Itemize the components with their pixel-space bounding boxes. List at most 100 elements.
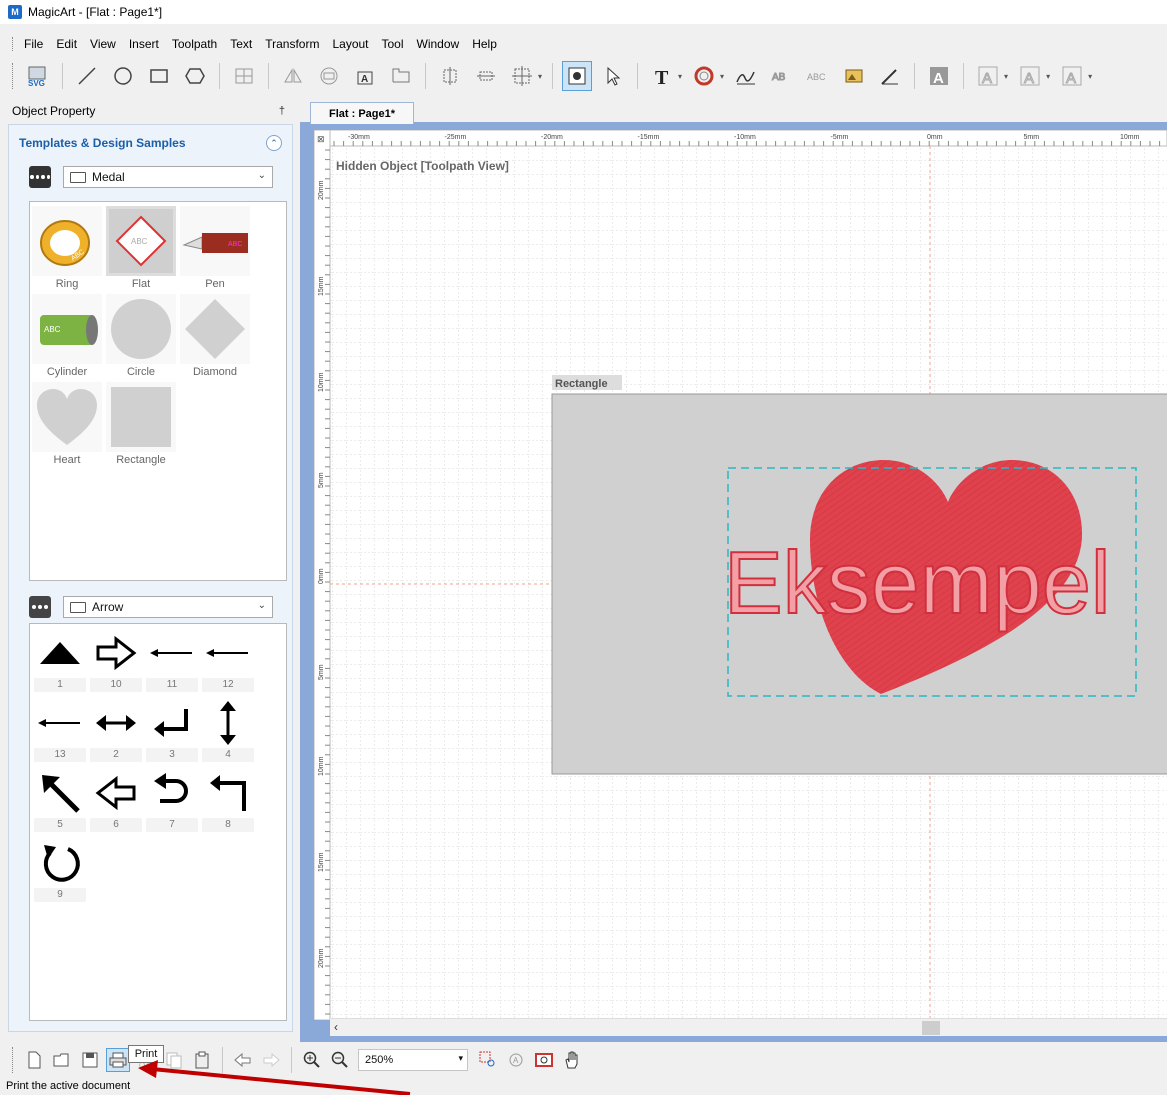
ellipse-tool-button[interactable]: [108, 61, 138, 91]
toolbar-separator: [552, 63, 554, 89]
arrow-item-3[interactable]: 3: [146, 698, 198, 764]
template-pen[interactable]: ABC Pen: [180, 206, 250, 294]
collapse-icon[interactable]: ⌃: [266, 135, 282, 151]
arrow-item-13[interactable]: 13: [34, 698, 86, 764]
arrow-label: 11: [146, 678, 198, 692]
abc-icon: ABC: [807, 72, 826, 82]
engrave-button[interactable]: [875, 61, 905, 91]
hand-icon: [565, 1051, 578, 1069]
arrow-item-2[interactable]: 2: [90, 698, 142, 764]
scroll-thumb[interactable]: [922, 1021, 940, 1035]
menu-insert[interactable]: Insert: [129, 37, 159, 51]
svg-text:AB: AB: [772, 72, 786, 83]
save-document-button[interactable]: [78, 1048, 102, 1072]
menu-help[interactable]: Help: [472, 37, 497, 51]
template-flat[interactable]: ABC Flat: [106, 206, 176, 294]
zoom-object-icon: A: [509, 1053, 523, 1067]
mirror-button[interactable]: [278, 61, 308, 91]
menu-window[interactable]: Window: [417, 37, 460, 51]
polygon-tool-button[interactable]: [180, 61, 210, 91]
wrap-button[interactable]: [314, 61, 344, 91]
dropdown-arrow-icon[interactable]: ▾: [1046, 72, 1050, 81]
horizontal-scrollbar[interactable]: ‹: [330, 1018, 1167, 1036]
dropdown-arrow-icon[interactable]: ▾: [538, 72, 542, 81]
template-library-icon[interactable]: [29, 166, 51, 188]
rectangle-template-icon: [106, 382, 176, 452]
open-document-button[interactable]: [50, 1048, 74, 1072]
arrow-item-1[interactable]: 1: [34, 628, 86, 694]
template-category-select[interactable]: Medal ⌄: [63, 166, 273, 188]
template-rectangle[interactable]: Rectangle: [106, 382, 176, 470]
text-frame-button[interactable]: A: [350, 61, 380, 91]
clipart-library-icon[interactable]: [29, 596, 51, 618]
dropdown-arrow-icon[interactable]: ▾: [720, 72, 724, 81]
select-tool-button[interactable]: [598, 61, 628, 91]
arrow-item-5[interactable]: 5: [34, 768, 86, 834]
grid-button[interactable]: [229, 61, 259, 91]
zoom-selection-button[interactable]: [476, 1048, 500, 1072]
arrow-item-9[interactable]: 9: [34, 838, 86, 904]
toolpath-view-button[interactable]: [562, 61, 593, 91]
distribute-button[interactable]: [471, 61, 501, 91]
chevron-down-icon: ⌄: [257, 600, 266, 611]
signature-button[interactable]: [731, 61, 761, 91]
scroll-left-icon[interactable]: ‹: [334, 1020, 338, 1034]
template-cylinder[interactable]: ABC Cylinder: [32, 294, 102, 382]
design-canvas[interactable]: -30mm -25mm -20mm -15mm -10mm -5mm 0mm 5mm 10mm …: [314, 130, 1167, 1020]
hexagon-icon: [185, 68, 205, 84]
arrow-item-11[interactable]: 11: [146, 628, 198, 694]
new-document-button[interactable]: [22, 1048, 46, 1072]
text-style-2-button[interactable]: A: [973, 61, 1003, 91]
line-tool-button[interactable]: [72, 61, 102, 91]
tab-flat-page1[interactable]: Flat : Page1*: [310, 102, 414, 124]
template-label: Ring: [55, 278, 79, 290]
menu-layout[interactable]: Layout: [332, 37, 368, 51]
menu-toolpath[interactable]: Toolpath: [172, 37, 217, 51]
zoom-object-button[interactable]: A: [504, 1048, 528, 1072]
frame-button[interactable]: [386, 61, 416, 91]
abc-text-button[interactable]: ABC: [803, 61, 833, 91]
pan-button[interactable]: [560, 1048, 584, 1072]
menu-transform[interactable]: Transform: [265, 37, 319, 51]
text-style-3-button[interactable]: A: [1015, 61, 1045, 91]
pin-icon[interactable]: †: [279, 105, 285, 117]
menu-text[interactable]: Text: [230, 37, 252, 51]
text-style-4-button[interactable]: A: [1057, 61, 1087, 91]
menu-tool[interactable]: Tool: [382, 37, 404, 51]
rectangle-tool-button[interactable]: [144, 61, 174, 91]
template-heart[interactable]: Heart: [32, 382, 102, 470]
import-svg-button[interactable]: SVG: [23, 61, 53, 91]
eksempel-text[interactable]: Eksempel: [723, 532, 1111, 633]
arrow-item-4[interactable]: 4: [202, 698, 254, 764]
ring-text-button[interactable]: [689, 61, 719, 91]
align-center-button[interactable]: [435, 61, 465, 91]
center-icon: [512, 66, 532, 86]
zoom-page-button[interactable]: [532, 1048, 556, 1072]
print-button[interactable]: [106, 1048, 130, 1072]
triangle-up-icon: [34, 628, 86, 678]
dropdown-arrow-icon[interactable]: ▾: [678, 72, 682, 81]
template-diamond[interactable]: Diamond: [180, 294, 250, 382]
text-style-1-button[interactable]: A: [924, 61, 954, 91]
template-circle[interactable]: Circle: [106, 294, 176, 382]
arrow-item-6[interactable]: 6: [90, 768, 142, 834]
rectangle-icon: [150, 69, 168, 83]
center-button[interactable]: [507, 61, 537, 91]
outline-text-button[interactable]: AB: [767, 61, 797, 91]
template-label: Flat: [131, 278, 151, 290]
menu-edit[interactable]: Edit: [56, 37, 77, 51]
menu-view[interactable]: View: [90, 37, 116, 51]
dropdown-arrow-icon[interactable]: ▾: [1004, 72, 1008, 81]
arrow-item-12[interactable]: 12: [202, 628, 254, 694]
dropdown-arrow-icon[interactable]: ▾: [1088, 72, 1092, 81]
arrow-item-7[interactable]: 7: [146, 768, 198, 834]
double-arrow-horizontal-icon: [90, 698, 142, 748]
arrow-category-select[interactable]: Arrow ⌄: [63, 596, 273, 618]
arrow-item-10[interactable]: 10: [90, 628, 142, 694]
text-tool-button[interactable]: T: [647, 61, 677, 91]
arrow-item-8[interactable]: 8: [202, 768, 254, 834]
image-button[interactable]: [839, 61, 869, 91]
image-icon: [845, 69, 863, 83]
menu-file[interactable]: File: [24, 37, 43, 51]
template-ring[interactable]: ABC Ring: [32, 206, 102, 294]
